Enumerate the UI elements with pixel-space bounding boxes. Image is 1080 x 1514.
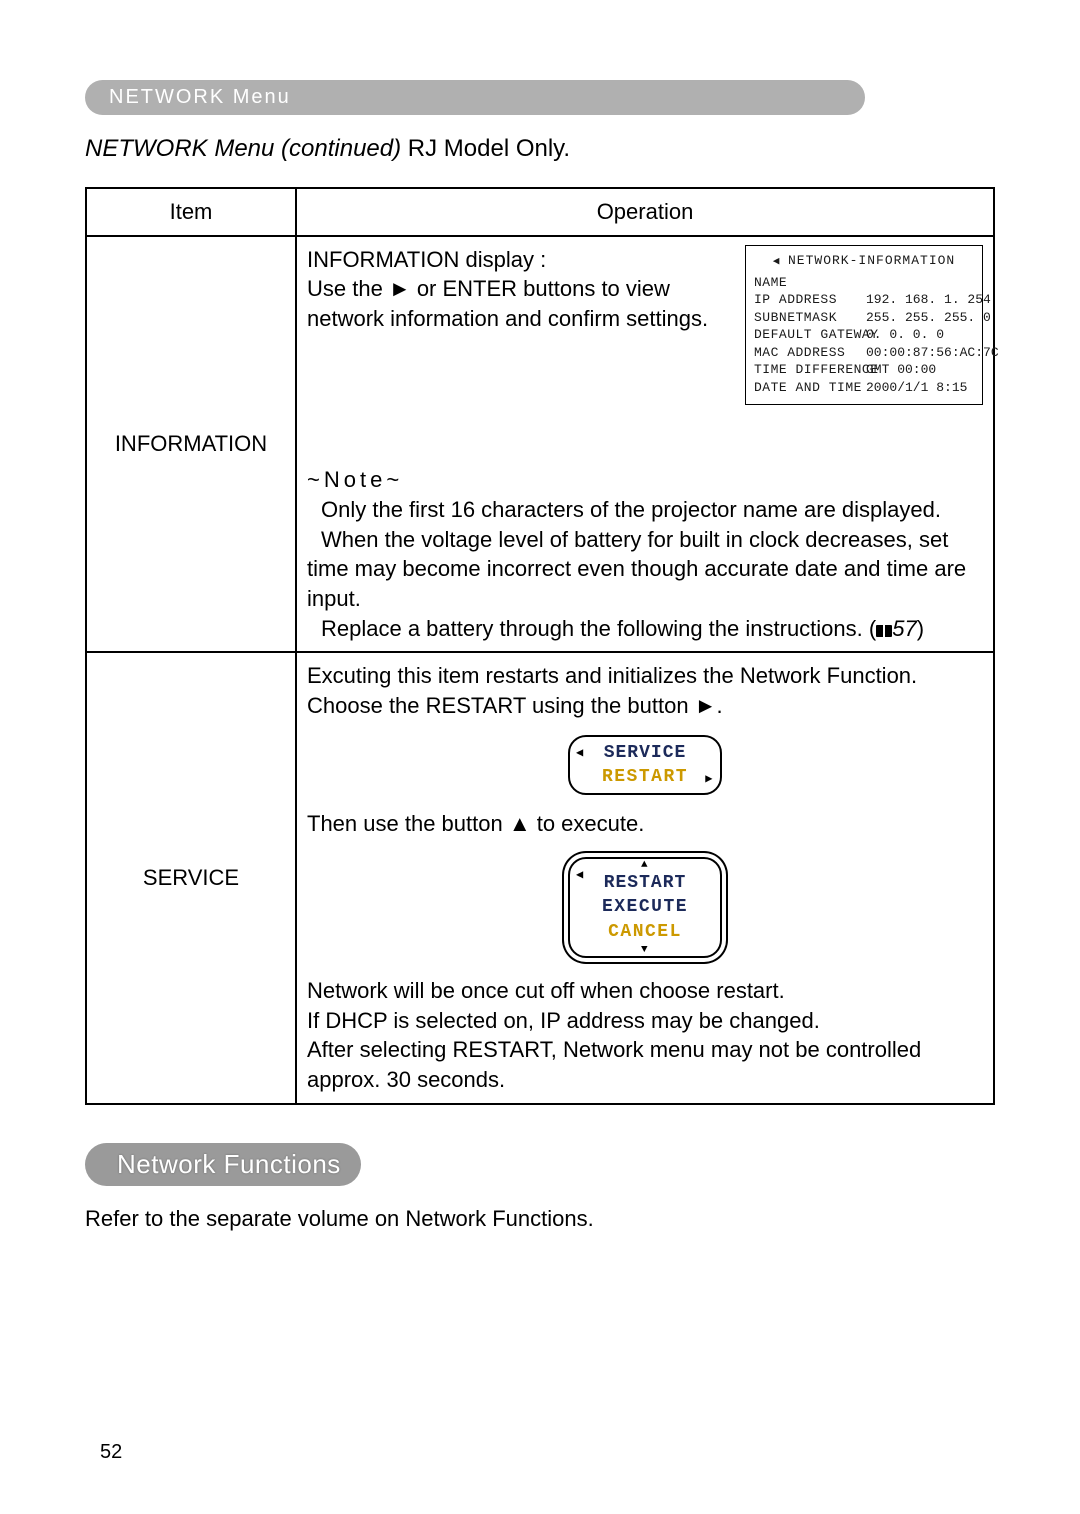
header-pill: NETWORK Menu <box>85 80 865 115</box>
table-row-information: INFORMATION NETWORK-INFORMATION NAME IP … <box>86 236 994 653</box>
osd-line: RESTART <box>580 871 710 895</box>
section-title: NETWORK Menu (continued) RJ Model Only. <box>85 135 995 163</box>
service-text: Network will be once cut off when choose… <box>307 976 983 1006</box>
info-label: DEFAULT GATEWAY <box>754 326 866 344</box>
info-label: MAC ADDRESS <box>754 344 866 362</box>
op-cell-information: NETWORK-INFORMATION NAME IP ADDRESS192. … <box>296 236 994 653</box>
table-row-service: SERVICE Excuting this item restarts and … <box>86 652 994 1103</box>
note-text: Replace a battery through the following … <box>307 614 983 644</box>
triangle-right-icon: ▶ <box>705 771 714 787</box>
note-label: ~Note~ <box>307 465 983 495</box>
osd-line: EXECUTE <box>580 895 710 919</box>
info-value: 2000/1/1 8:15 <box>866 380 967 395</box>
note-text: Only the first 16 characters of the proj… <box>307 495 983 525</box>
note-text: When the voltage level of battery for bu… <box>307 525 983 614</box>
osd-line: CANCEL <box>580 920 710 944</box>
info-label: DATE AND TIME <box>754 379 866 397</box>
info-value: 0. 0. 0. 0 <box>866 327 944 342</box>
service-text: After selecting RESTART, Network menu ma… <box>307 1035 983 1094</box>
triangle-down-icon: ▼ <box>580 948 710 952</box>
osd-restart-execute: ◀ ▲ RESTART EXECUTE CANCEL ▼ <box>568 857 722 958</box>
triangle-up-icon: ▲ <box>580 863 710 867</box>
network-functions-label: Network Functions <box>117 1149 341 1179</box>
info-label: NAME <box>754 274 866 292</box>
item-cell-service: SERVICE <box>86 652 296 1103</box>
section-title-tail: RJ Model Only. <box>401 135 570 162</box>
header-title: NETWORK Menu <box>109 86 291 108</box>
note-text-inner: Replace a battery through the following … <box>321 616 863 641</box>
info-label: IP ADDRESS <box>754 291 866 309</box>
table-header-row: Item Operation <box>86 188 994 236</box>
info-panel-title: NETWORK-INFORMATION <box>754 252 974 270</box>
network-functions-pill: Network Functions <box>85 1143 361 1186</box>
info-label: SUBNETMASK <box>754 309 866 327</box>
main-table: Item Operation INFORMATION NETWORK-INFOR… <box>85 187 995 1105</box>
page: NETWORK Menu NETWORK Menu (continued) RJ… <box>0 0 1080 1514</box>
refer-text: Refer to the separate volume on Network … <box>85 1206 995 1232</box>
op-cell-service: Excuting this item restarts and initiali… <box>296 652 994 1103</box>
network-info-panel: NETWORK-INFORMATION NAME IP ADDRESS192. … <box>745 245 983 406</box>
info-label: TIME DIFFERENCE <box>754 361 866 379</box>
service-text: Then use the button ▲ to execute. <box>307 809 983 839</box>
item-cell-information: INFORMATION <box>86 236 296 653</box>
service-text: Excuting this item restarts and initiali… <box>307 661 983 691</box>
info-value: GMT 00:00 <box>866 362 936 377</box>
triangle-left-icon: ◀ <box>576 867 585 883</box>
col-header-item: Item <box>86 188 296 236</box>
triangle-left-icon: ◀ <box>576 745 585 761</box>
page-number: 52 <box>100 1441 122 1464</box>
section-title-italic: NETWORK Menu (continued) <box>85 135 401 162</box>
osd-line: RESTART <box>580 765 710 789</box>
service-text: If DHCP is selected on, IP address may b… <box>307 1006 983 1036</box>
service-text: Choose the RESTART using the button ►. <box>307 691 983 721</box>
osd-line: SERVICE <box>580 741 710 765</box>
info-value: 255. 255. 255. 0 <box>866 310 991 325</box>
osd-service-restart: ◀ SERVICE RESTART ▶ <box>568 735 722 796</box>
info-value: 192. 168. 1. 254 <box>866 292 991 307</box>
page-ref: 57 <box>892 616 916 641</box>
col-header-operation: Operation <box>296 188 994 236</box>
info-value: 00:00:87:56:AC:7C <box>866 345 999 360</box>
book-icon <box>876 625 892 637</box>
